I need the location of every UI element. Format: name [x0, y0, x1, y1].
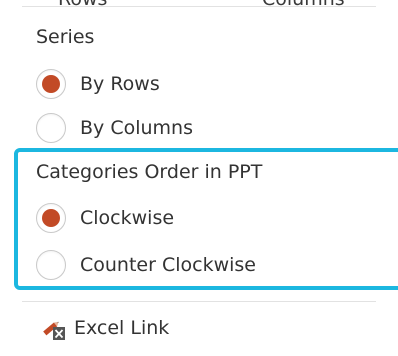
- radio-by-rows-indicator[interactable]: [36, 69, 66, 99]
- categories-order-label: Categories Order in PPT: [36, 161, 263, 183]
- radio-by-columns-indicator[interactable]: [36, 113, 66, 143]
- radio-by-columns[interactable]: By Columns: [36, 111, 193, 145]
- radio-by-rows[interactable]: By Rows: [36, 67, 160, 101]
- excel-link-icon: [43, 321, 65, 340]
- excel-link-button[interactable]: Excel Link: [40, 313, 169, 343]
- radio-counter-clockwise[interactable]: Counter Clockwise: [36, 248, 256, 282]
- divider: [22, 301, 376, 302]
- radio-counter-clockwise-indicator[interactable]: [36, 250, 66, 280]
- radio-counter-clockwise-label: Counter Clockwise: [80, 254, 256, 276]
- divider: [22, 6, 376, 7]
- radio-by-columns-label: By Columns: [80, 117, 193, 139]
- chart-options-panel: Rows Columns Series By Rows By Columns C…: [0, 0, 398, 356]
- series-label: Series: [36, 26, 95, 48]
- radio-clockwise[interactable]: Clockwise: [36, 201, 174, 235]
- radio-clockwise-indicator[interactable]: [36, 203, 66, 233]
- radio-clockwise-label: Clockwise: [80, 207, 175, 229]
- excel-link-label: Excel Link: [74, 317, 170, 339]
- radio-by-rows-label: By Rows: [80, 73, 160, 95]
